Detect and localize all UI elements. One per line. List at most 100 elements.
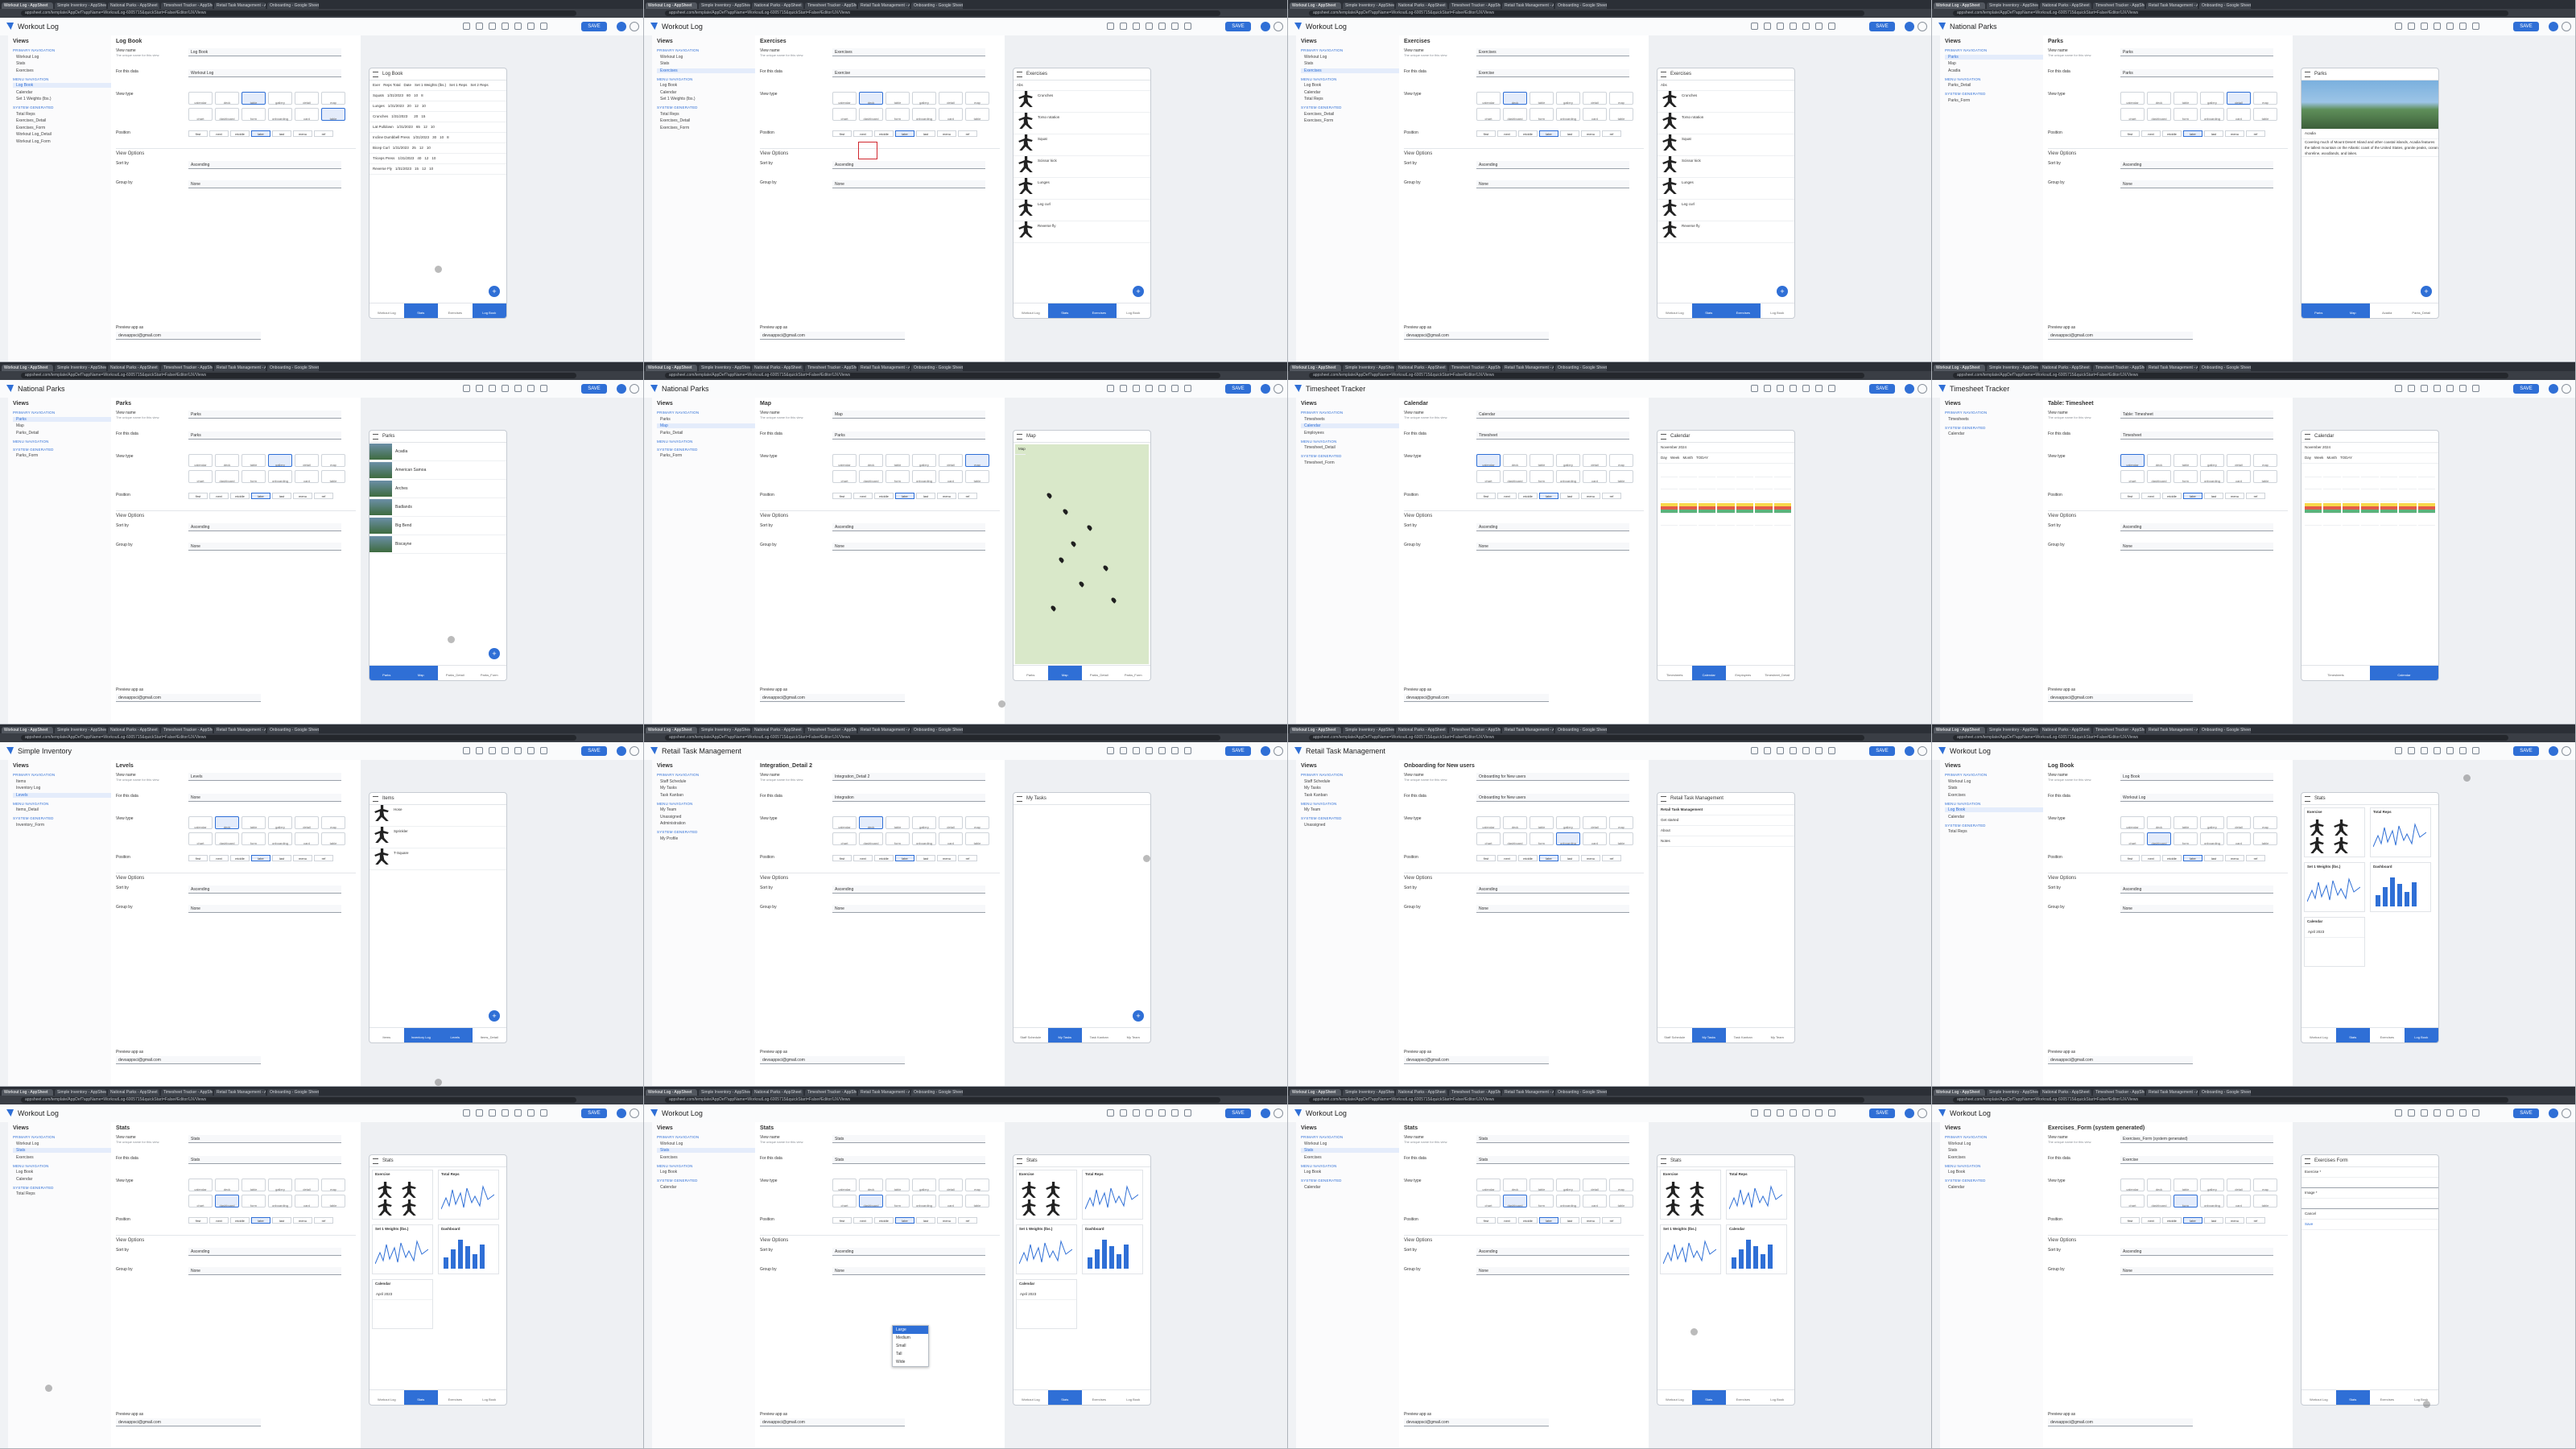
add-fab-button[interactable]: + (1133, 286, 1144, 297)
position-option[interactable]: next (1497, 1217, 1517, 1224)
position-option[interactable]: menu (937, 493, 956, 499)
position-option[interactable]: middle (230, 130, 250, 137)
column-header[interactable]: Set 1 Weights (lbs.) (415, 80, 446, 90)
view-type-option[interactable]: calendar (832, 92, 857, 105)
position-option[interactable]: next (853, 855, 873, 861)
position-option[interactable]: later (251, 855, 270, 861)
view-list-item[interactable]: Timesheet_Detail (1304, 445, 1399, 450)
view-type-option[interactable]: onboarding (2200, 832, 2224, 845)
bottom-nav-item[interactable]: Acadia (2370, 303, 2405, 318)
calendar-day[interactable] (1717, 467, 1735, 477)
view-type-option[interactable]: gallery (1556, 92, 1580, 105)
address-input[interactable]: appsheet.com/template/AppDef?appName=Wor… (1953, 373, 2508, 378)
avatar[interactable] (1261, 384, 1270, 394)
position-option[interactable]: last (916, 130, 935, 137)
view-list-item[interactable]: Exercises (660, 1155, 755, 1160)
desktop-icon[interactable] (2395, 1109, 2402, 1117)
view-list-item[interactable]: Inventory_Form (16, 823, 111, 828)
bottom-nav-item[interactable]: Stats (1691, 303, 1726, 318)
view-type-option[interactable]: onboarding (912, 1195, 936, 1208)
redo-icon[interactable] (514, 23, 522, 30)
tablet-icon[interactable] (1120, 23, 1127, 30)
help-icon[interactable] (1274, 384, 1283, 394)
browser-tab[interactable]: Timesheet Tracker - AppSheet (2093, 2, 2145, 9)
browser-tab[interactable]: National Parks - AppSheet (2040, 2, 2091, 9)
calendar-day[interactable] (1717, 479, 1735, 489)
view-list-item[interactable]: Exercises_Form (1304, 118, 1399, 123)
view-type-option[interactable]: table (2174, 1179, 2198, 1191)
gear-icon[interactable] (1184, 747, 1191, 754)
view-list-item[interactable]: Set 1 Weights (lbs.) (16, 97, 111, 101)
sort-by-select[interactable]: Ascending (188, 161, 341, 169)
view-list-item[interactable]: Administration (660, 821, 755, 826)
view-type-option[interactable]: card (2227, 108, 2251, 121)
bottom-nav-item[interactable]: Stats (1047, 1390, 1082, 1405)
bottom-nav-item[interactable]: Parks_Form (473, 666, 507, 680)
view-type-option[interactable]: table (1609, 108, 1633, 121)
view-name-input[interactable]: Parks (188, 411, 341, 419)
share-icon[interactable] (1815, 23, 1823, 30)
view-type-option[interactable]: calendar (188, 92, 213, 105)
calendar-day[interactable] (2399, 503, 2417, 514)
view-type-option[interactable]: table (1530, 1179, 1554, 1191)
browser-tab[interactable]: Onboarding - Google Sheets (1555, 2, 1607, 9)
sort-by-select[interactable]: Ascending (1476, 161, 1629, 169)
position-option[interactable]: first (832, 855, 852, 861)
calendar-day[interactable] (2361, 491, 2379, 502)
share-icon[interactable] (1815, 747, 1823, 754)
avatar[interactable] (617, 22, 626, 31)
bottom-nav-item[interactable]: Map (403, 666, 438, 680)
bottom-nav-item[interactable]: Parks_Detail (2405, 303, 2439, 318)
calendar-day[interactable] (1698, 491, 1716, 502)
share-icon[interactable] (1815, 1109, 1823, 1117)
avatar[interactable] (2549, 384, 2558, 394)
undo-icon[interactable] (502, 747, 509, 754)
position-option[interactable]: first (832, 1217, 852, 1224)
browser-tab[interactable]: Onboarding - Google Sheets (1555, 365, 1607, 371)
view-type-option[interactable]: deck (215, 816, 239, 829)
view-list-item[interactable]: Employees (1304, 431, 1399, 436)
view-type-option[interactable]: calendar (832, 454, 857, 467)
position-option[interactable]: later (895, 130, 914, 137)
position-option[interactable]: middle (2162, 855, 2182, 861)
calendar-day[interactable] (1773, 479, 1791, 489)
calendar-mode-tab[interactable]: Day (1661, 453, 1667, 463)
position-option[interactable]: ref (314, 130, 333, 137)
browser-tab[interactable]: Timesheet Tracker - AppSheet (1449, 365, 1501, 371)
position-option[interactable]: middle (230, 855, 250, 861)
view-type-option[interactable]: form (1530, 108, 1554, 121)
calendar-day[interactable] (1679, 515, 1697, 526)
bottom-nav-item[interactable]: Workout Log (369, 1390, 404, 1405)
view-list-item[interactable]: Workout Log_Detail (16, 132, 111, 137)
position-option[interactable]: ref (2246, 855, 2265, 861)
preview-email-input[interactable]: devsappsci@gmail.com (1404, 332, 1549, 340)
share-icon[interactable] (1171, 385, 1179, 392)
view-list-item[interactable]: Exercises (16, 1155, 111, 1160)
park-list-item[interactable]: Arches (369, 480, 506, 498)
view-type-option[interactable]: dashboard (1503, 108, 1527, 121)
view-list-item[interactable]: Workout Log (16, 1141, 111, 1146)
view-list-item[interactable]: Workout Log_Form (16, 139, 111, 144)
browser-tab[interactable]: National Parks - AppSheet (108, 2, 159, 9)
data-source-select[interactable]: Stats (1476, 1156, 1629, 1164)
browser-tab[interactable]: Onboarding - Google Sheets (2199, 2, 2251, 9)
view-list-item[interactable]: Set 1 Weights (lbs.) (660, 97, 755, 101)
view-type-option[interactable]: table (321, 832, 345, 845)
view-type-option[interactable]: card (295, 1195, 319, 1208)
calendar-day[interactable] (2305, 503, 2322, 514)
view-name-input[interactable]: Exercises (832, 48, 985, 56)
browser-tab[interactable]: Onboarding - Google Sheets (267, 727, 319, 733)
calendar-day[interactable] (2380, 515, 2398, 526)
column-header[interactable]: Set 2 Reps (470, 80, 488, 90)
preview-email-input[interactable]: devsappsci@gmail.com (1404, 1418, 1549, 1426)
map-pin-icon[interactable] (1058, 556, 1065, 564)
position-option[interactable]: last (916, 855, 935, 861)
view-type-option[interactable]: chart (1476, 108, 1501, 121)
view-type-option[interactable]: onboarding (1556, 832, 1580, 845)
bottom-nav-item[interactable]: Log Book (472, 303, 506, 318)
undo-icon[interactable] (1790, 23, 1797, 30)
sort-by-select[interactable]: Ascending (832, 1248, 985, 1256)
view-type-option[interactable]: card (939, 832, 963, 845)
tablet-icon[interactable] (476, 385, 483, 392)
calendar-day[interactable] (1736, 491, 1754, 502)
